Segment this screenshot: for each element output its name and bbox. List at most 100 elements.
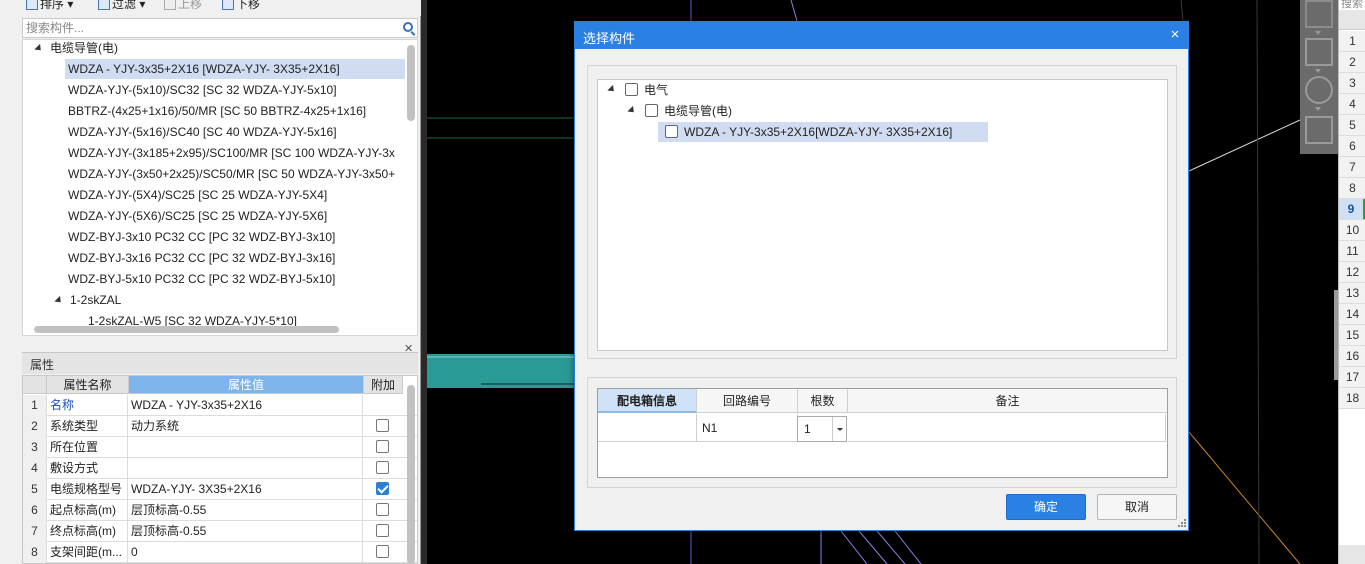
sort-button[interactable]: 排序 ▾ (26, 0, 73, 13)
row-number[interactable]: 16 (1339, 346, 1365, 367)
property-row[interactable]: 3 所在位置 (23, 437, 417, 458)
node-checkbox[interactable] (665, 125, 678, 138)
node-checkbox[interactable] (625, 83, 638, 96)
dropdown-arrow-icon[interactable] (1315, 107, 1321, 111)
chevron-down-icon[interactable] (832, 417, 846, 441)
row-panel-footer (1339, 545, 1365, 564)
row-number[interactable]: 8 (1339, 178, 1365, 199)
extra-checkbox[interactable] (376, 524, 389, 537)
row-number[interactable]: 17 (1339, 367, 1365, 388)
expand-arrow-icon[interactable] (607, 84, 617, 95)
move-down-button[interactable]: 下移 (222, 0, 260, 13)
dropdown-arrow-icon[interactable] (1315, 31, 1321, 35)
row-number[interactable]: 9 (1339, 199, 1365, 220)
tree-item[interactable]: WDZA-YJY-(5x10)/SC32 [SC 32 WDZA-YJY-5x1… (68, 80, 337, 100)
row-number[interactable]: 1 (1339, 31, 1365, 52)
tree-group-1-2skzal[interactable]: 1-2skZAL (54, 290, 121, 310)
row-number[interactable]: 11 (1339, 241, 1365, 262)
view-3d-icon[interactable] (1305, 0, 1333, 28)
move-up-button[interactable]: 上移 (164, 0, 202, 13)
filter-button[interactable]: 过滤 ▾ (98, 0, 145, 13)
circuit-grid: 配电箱信息 回路编号 根数 备注 N1 1 (597, 388, 1168, 478)
properties-table: 属性名称 属性值 附加 1 名称 WDZA - YJY-3x35+2X16 2 系统类型… (22, 375, 418, 564)
property-value[interactable] (129, 437, 363, 458)
row-number[interactable]: 18 (1339, 388, 1365, 409)
tree-item[interactable]: BBTRZ-(4x25+1x16)/50/MR [SC 50 BBTRZ-4x2… (68, 101, 366, 121)
expand-arrow-icon[interactable] (54, 295, 64, 306)
ok-button[interactable]: 确定 (1006, 494, 1086, 520)
property-row[interactable]: 6 起点标高(m) 层顶标高-0.55 (23, 500, 417, 521)
extra-checkbox[interactable] (376, 461, 389, 474)
cancel-button[interactable]: 取消 (1097, 494, 1177, 520)
search-icon[interactable] (403, 22, 413, 32)
view-cube-icon[interactable] (1305, 38, 1333, 66)
close-icon[interactable]: × (1167, 26, 1183, 44)
tree-vertical-scrollbar[interactable] (407, 45, 415, 121)
header-count[interactable]: 根数 (798, 389, 848, 413)
property-row-index: 3 (23, 437, 47, 458)
cell-note[interactable] (848, 414, 1166, 442)
node-checkbox[interactable] (645, 104, 658, 117)
property-row[interactable]: 2 系统类型 动力系统 (23, 416, 417, 437)
tree-item[interactable]: WDZA-YJY-(3x185+2x95)/SC100/MR [SC 100 W… (68, 143, 395, 163)
dialog-tree-node-component[interactable]: WDZA - YJY-3x35+2X16[WDZA-YJY- 3X35+2X16… (658, 122, 988, 142)
dialog-tree-node-cable-conduit[interactable]: 电缆导管(电) (598, 101, 898, 121)
dropdown-arrow-icon[interactable] (1315, 69, 1321, 73)
row-number[interactable]: 15 (1339, 325, 1365, 346)
row-number[interactable]: 6 (1339, 136, 1365, 157)
properties-scrollbar[interactable] (407, 385, 415, 564)
search-input[interactable] (23, 19, 393, 37)
extra-checkbox[interactable] (376, 419, 389, 432)
property-row[interactable]: 1 名称 WDZA - YJY-3x35+2X16 (23, 395, 417, 416)
property-value[interactable] (129, 458, 363, 479)
tree-item[interactable]: WDZA-YJY-(5X4)/SC25 [SC 25 WDZA-YJY-5X4] (68, 185, 327, 205)
row-number[interactable]: 12 (1339, 262, 1365, 283)
resize-grip-icon[interactable] (1177, 518, 1187, 528)
tree-item[interactable]: WDZ-BYJ-3x16 PC32 CC [PC 32 WDZ-BYJ-3x16… (68, 248, 335, 268)
header-distribution-box[interactable]: 配电箱信息 (598, 389, 697, 413)
property-value[interactable]: 0 (129, 542, 363, 563)
tree-group-cable-conduit[interactable]: 电缆导管(电) (34, 40, 118, 58)
extra-checkbox[interactable] (376, 503, 389, 516)
cell-circuit-number[interactable]: N1 (697, 414, 798, 442)
property-value[interactable]: WDZA - YJY-3x35+2X16 (129, 395, 363, 416)
row-number[interactable]: 2 (1339, 52, 1365, 73)
tree-item[interactable]: WDZA - YJY-3x35+2X16 [WDZA-YJY- 3X35+2X1… (65, 59, 405, 79)
property-row[interactable]: 5 电缆规格型号 WDZA-YJY- 3X35+2X16 (23, 479, 417, 500)
row-number[interactable]: 3 (1339, 73, 1365, 94)
expand-arrow-icon[interactable] (627, 105, 637, 116)
extra-checkbox[interactable] (376, 482, 389, 495)
property-row[interactable]: 4 敷设方式 (23, 458, 417, 479)
tree-item[interactable]: WDZ-BYJ-3x10 PC32 CC [PC 32 WDZ-BYJ-3x10… (68, 227, 335, 247)
property-value[interactable]: 动力系统 (129, 416, 363, 437)
cell-distribution-box[interactable] (598, 414, 697, 442)
grid-view-icon[interactable] (1305, 116, 1333, 144)
tree-horizontal-scrollbar[interactable] (34, 326, 339, 333)
row-number[interactable]: 13 (1339, 283, 1365, 304)
extra-checkbox[interactable] (376, 440, 389, 453)
row-number[interactable]: 10 (1339, 220, 1365, 241)
extra-checkbox[interactable] (376, 545, 389, 558)
tree-item[interactable]: WDZA-YJY-(5X6)/SC25 [SC 25 WDZA-YJY-5X6] (68, 206, 327, 226)
row-search-input[interactable]: 搜索 (1339, 0, 1365, 10)
dialog-tree-node-electrical[interactable]: 电气 (598, 80, 898, 100)
count-select[interactable]: 1 (797, 416, 847, 442)
tree-item[interactable]: WDZ-BYJ-5x10 PC32 CC [PC 32 WDZ-BYJ-5x10… (68, 269, 335, 289)
property-row[interactable]: 7 终点标高(m) 层顶标高-0.55 (23, 521, 417, 542)
row-number[interactable]: 14 (1339, 304, 1365, 325)
row-number[interactable]: 5 (1339, 115, 1365, 136)
row-panel-header (1339, 10, 1365, 30)
rotate-icon[interactable] (1305, 76, 1333, 104)
header-note[interactable]: 备注 (848, 389, 1167, 413)
expand-arrow-icon[interactable] (34, 43, 44, 54)
row-number[interactable]: 4 (1339, 94, 1365, 115)
row-number[interactable]: 7 (1339, 157, 1365, 178)
tree-item[interactable]: WDZA-YJY-(5x16)/SC40 [SC 40 WDZA-YJY-5x1… (68, 122, 337, 142)
property-value[interactable]: WDZA-YJY- 3X35+2X16 (129, 479, 363, 500)
tree-item[interactable]: WDZA-YJY-(3x50+2x25)/SC50/MR [SC 50 WDZA… (68, 164, 395, 184)
dialog-title-bar[interactable]: 选择构件 × (575, 22, 1188, 49)
property-row[interactable]: 8 支架间距(m... 0 (23, 542, 417, 563)
property-value[interactable]: 层顶标高-0.55 (129, 500, 363, 521)
property-value[interactable]: 层顶标高-0.55 (129, 521, 363, 542)
header-circuit-number[interactable]: 回路编号 (697, 389, 798, 413)
